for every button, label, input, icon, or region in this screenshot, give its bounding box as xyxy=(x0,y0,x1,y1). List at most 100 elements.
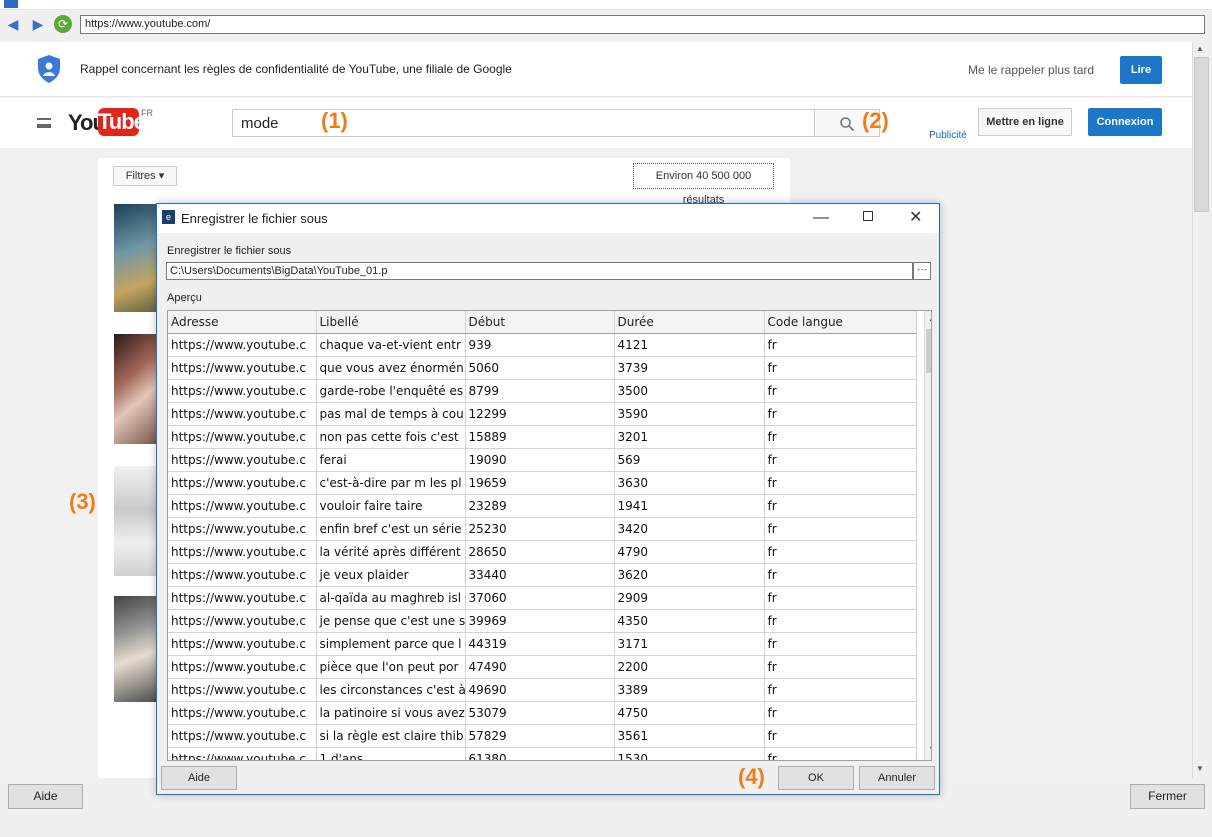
table-row[interactable]: https://www.youtube.c je pense que c'est … xyxy=(168,609,917,633)
table-cell: fr xyxy=(764,333,917,357)
table-cell: 39969 xyxy=(465,609,615,633)
table-cell: 19090 xyxy=(465,448,615,472)
login-button[interactable]: Connexion xyxy=(1088,108,1162,136)
table-cell: fr xyxy=(764,540,917,564)
annotation-1: (1) xyxy=(321,108,348,133)
table-cell: si la règle est claire thib xyxy=(316,724,466,748)
scrollbar-thumb[interactable] xyxy=(926,329,931,373)
app-icon xyxy=(4,0,18,8)
file-path-input[interactable]: C:\Users\Documents\BigData\YouTube_01.p xyxy=(166,262,913,280)
annotation-3: (3) xyxy=(69,489,96,514)
scroll-down-icon[interactable]: ▼ xyxy=(1196,764,1204,773)
table-row[interactable]: https://www.youtube.c non pas cette fois … xyxy=(168,425,917,449)
table-cell: 44319 xyxy=(465,632,615,656)
table-cell: vouloir faire taire xyxy=(316,494,466,518)
forward-arrow-icon[interactable]: ▶ xyxy=(30,16,46,32)
column-header-duration[interactable]: Durée xyxy=(614,311,765,334)
help-button[interactable]: Aide xyxy=(8,784,83,809)
table-scrollbar[interactable]: ▲ ▼ xyxy=(924,311,931,760)
dropdown-arrow-icon: ▾ xyxy=(158,170,165,182)
privacy-banner-text: Rappel concernant les règles de confiden… xyxy=(80,62,512,76)
table-cell: 569 xyxy=(614,448,765,472)
table-row[interactable]: https://www.youtube.c al-qaïda au maghreb… xyxy=(168,586,917,610)
dialog-help-button[interactable]: Aide xyxy=(161,766,237,790)
browse-button[interactable]: ··· xyxy=(913,262,931,280)
table-cell: fr xyxy=(764,448,917,472)
table-cell: https://www.youtube.c xyxy=(168,701,317,725)
back-arrow-icon[interactable]: ◀ xyxy=(5,16,21,32)
filters-button[interactable]: Filtres ▾ xyxy=(113,166,177,186)
upload-button[interactable]: Mettre en ligne xyxy=(978,108,1072,136)
table-cell: ferai xyxy=(316,448,466,472)
table-cell: chaque va-et-vient entr xyxy=(316,333,466,357)
column-header-language[interactable]: Code langue xyxy=(764,311,917,334)
table-cell: que vous avez énormén xyxy=(316,356,466,380)
table-row[interactable]: https://www.youtube.c pièce que l'on peut… xyxy=(168,655,917,679)
filters-label: Filtres xyxy=(125,170,156,182)
search-input[interactable]: mode xyxy=(232,109,815,137)
ok-button[interactable]: OK xyxy=(778,766,854,790)
table-cell: 8799 xyxy=(465,379,615,403)
table-row[interactable]: https://www.youtube.c chaque va-et-vient … xyxy=(168,333,917,357)
table-cell: c'est-à-dire par m les pl xyxy=(316,471,466,495)
table-cell: la patinoire si vous avez xyxy=(316,701,466,725)
table-row[interactable]: https://www.youtube.c si la règle est cla… xyxy=(168,724,917,748)
table-cell: la vérité après différent xyxy=(316,540,466,564)
table-cell: fr xyxy=(764,402,917,426)
table-cell: 25230 xyxy=(465,517,615,541)
dialog-app-icon: e xyxy=(162,210,175,224)
table-cell: fr xyxy=(764,724,917,748)
table-cell: 1941 xyxy=(614,494,765,518)
refresh-icon[interactable]: ⟳ xyxy=(54,15,72,33)
table-row[interactable]: https://www.youtube.c simplement parce qu… xyxy=(168,632,917,656)
scroll-up-icon[interactable]: ▲ xyxy=(1196,44,1204,53)
table-cell: fr xyxy=(764,517,917,541)
table-cell: fr xyxy=(764,747,917,760)
table-row[interactable]: https://www.youtube.c ferai 19090 569 fr xyxy=(168,448,917,472)
ad-label[interactable]: Publicité xyxy=(929,130,967,141)
table-cell: fr xyxy=(764,425,917,449)
logo-tube[interactable]: Tube xyxy=(98,108,146,136)
youtube-header: You Tube FR mode Mettre en ligne Connexi… xyxy=(0,98,1192,148)
table-row[interactable]: https://www.youtube.c c'est-à-dire par m … xyxy=(168,471,917,495)
scroll-down-icon[interactable]: ▼ xyxy=(928,744,931,754)
address-bar[interactable]: https://www.youtube.com/ xyxy=(80,15,1205,34)
save-dialog: e Enregistrer le fichier sous — ✕ Enregi… xyxy=(156,203,940,795)
column-header-label[interactable]: Libellé xyxy=(316,311,466,334)
menu-icon[interactable] xyxy=(37,118,51,128)
annotation-4: (4) xyxy=(738,764,765,789)
scroll-up-icon[interactable]: ▲ xyxy=(928,313,931,323)
table-row[interactable]: https://www.youtube.c la patinoire si vou… xyxy=(168,701,917,725)
table-cell: 3420 xyxy=(614,517,765,541)
table-row[interactable]: https://www.youtube.c la vérité après dif… xyxy=(168,540,917,564)
preview-table[interactable]: Adresse Libellé Début Durée Code langue … xyxy=(167,310,932,761)
remind-later-link[interactable]: Me le rappeler plus tard xyxy=(968,63,1094,77)
table-cell: simplement parce que l xyxy=(316,632,466,656)
table-cell: 3561 xyxy=(614,724,765,748)
column-header-start[interactable]: Début xyxy=(465,311,615,334)
table-row[interactable]: https://www.youtube.c vouloir faire taire… xyxy=(168,494,917,518)
table-row[interactable]: https://www.youtube.c enfin bref c'est un… xyxy=(168,517,917,541)
table-cell: fr xyxy=(764,701,917,725)
table-cell: fr xyxy=(764,563,917,587)
read-button[interactable]: Lire xyxy=(1120,56,1162,84)
maximize-icon[interactable] xyxy=(863,211,873,221)
table-cell: 3171 xyxy=(614,632,765,656)
close-icon[interactable]: ✕ xyxy=(909,207,922,227)
minimize-icon[interactable]: — xyxy=(813,209,829,227)
window-title-strip xyxy=(0,0,1212,10)
scrollbar-thumb[interactable] xyxy=(1194,57,1209,212)
table-row[interactable]: https://www.youtube.c je veux plaider 3344… xyxy=(168,563,917,587)
table-row[interactable]: https://www.youtube.c que vous avez énorm… xyxy=(168,356,917,380)
table-row[interactable]: https://www.youtube.c pas mal de temps à … xyxy=(168,402,917,426)
table-cell: fr xyxy=(764,632,917,656)
cancel-button[interactable]: Annuler xyxy=(859,766,935,790)
table-cell: https://www.youtube.c xyxy=(168,471,317,495)
column-header-address[interactable]: Adresse xyxy=(168,311,317,334)
close-button[interactable]: Fermer xyxy=(1130,784,1205,809)
table-cell: les circonstances c'est à xyxy=(316,678,466,702)
annotation-2: (2) xyxy=(862,108,889,133)
table-row[interactable]: https://www.youtube.c les circonstances c… xyxy=(168,678,917,702)
table-row[interactable]: https://www.youtube.c garde-robe l'enquêt… xyxy=(168,379,917,403)
table-row[interactable]: https://www.youtube.c 1 d'ans 61380 1530 fr xyxy=(168,747,917,760)
